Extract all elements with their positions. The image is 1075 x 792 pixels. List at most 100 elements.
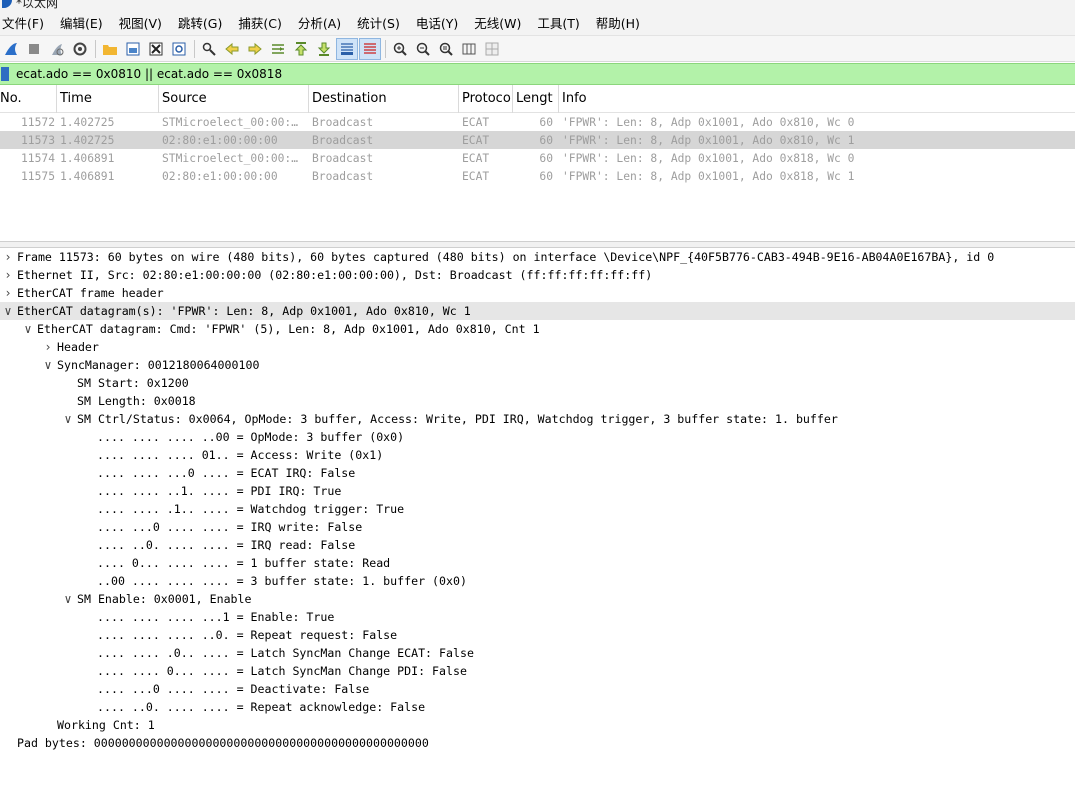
go-forward-icon[interactable] bbox=[244, 38, 266, 60]
packet-row[interactable]: 11573 1.402725 02:80:e1:00:00:00 Broadcast E… bbox=[0, 131, 1075, 149]
column-source-cell: STMicroelect_00:00:… bbox=[162, 151, 299, 165]
detail-tree-item[interactable]: .... ..0. .... .... = IRQ read: False bbox=[0, 536, 1075, 554]
resize-columns-icon[interactable] bbox=[458, 38, 480, 60]
detail-tree-item[interactable]: Pad bytes: 00000000000000000000000000000… bbox=[0, 734, 1075, 752]
go-to-packet-icon[interactable] bbox=[267, 38, 289, 60]
menu-item-0[interactable]: 文件(F) bbox=[0, 13, 52, 35]
detail-tree-item[interactable]: .... .... .... ..0. = Repeat request: Fa… bbox=[0, 626, 1075, 644]
detail-tree-item[interactable]: .... .... .1.. .... = Watchdog trigger: … bbox=[0, 500, 1075, 518]
detail-tree-item[interactable]: SM Start: 0x1200 bbox=[0, 374, 1075, 392]
detail-tree-item[interactable]: ∨ EtherCAT datagram(s): 'FPWR': Len: 8, A… bbox=[0, 302, 1075, 320]
menu-item-10[interactable]: 帮助(H) bbox=[594, 13, 648, 35]
go-back-icon[interactable] bbox=[221, 38, 243, 60]
detail-tree-item[interactable]: › Header bbox=[0, 338, 1075, 356]
detail-tree-item[interactable]: .... ...0 .... .... = Deactivate: False bbox=[0, 680, 1075, 698]
detail-tree-item[interactable]: .... ..0. .... .... = Repeat acknowledge… bbox=[0, 698, 1075, 716]
autoscroll-icon[interactable] bbox=[336, 37, 358, 60]
detail-tree-item[interactable]: › EtherCAT frame header bbox=[0, 284, 1075, 302]
column-source-header[interactable]: Source bbox=[159, 84, 309, 113]
collapsed-chevron-icon[interactable]: › bbox=[2, 284, 14, 302]
packet-row[interactable]: 11572 1.402725 STMicroelect_00:00:… Broadca… bbox=[0, 113, 1075, 131]
stop-square-icon[interactable] bbox=[23, 38, 45, 60]
detail-text: ..00 .... .... .... = 3 buffer state: 1.… bbox=[97, 574, 467, 588]
detail-tree-item[interactable]: SM Length: 0x0018 bbox=[0, 392, 1075, 410]
menu-item-2[interactable]: 视图(V) bbox=[117, 13, 170, 35]
layout-icon[interactable] bbox=[481, 38, 503, 60]
column-time-cell: 1.402725 bbox=[60, 133, 115, 147]
title-bar: *以太网 bbox=[0, 0, 1075, 12]
detail-tree-item[interactable]: › Frame 11573: 60 bytes on wire (480 bits… bbox=[0, 248, 1075, 266]
detail-text: Ethernet II, Src: 02:80:e1:00:00:00 (02:… bbox=[17, 268, 653, 282]
detail-text: EtherCAT frame header bbox=[17, 286, 164, 300]
expanded-chevron-icon[interactable]: ∨ bbox=[62, 410, 74, 428]
detail-tree-item[interactable]: .... ...0 .... .... = IRQ write: False bbox=[0, 518, 1075, 536]
column-time-header[interactable]: Time bbox=[57, 84, 159, 113]
shark-fin-start-icon[interactable] bbox=[0, 38, 22, 60]
expanded-chevron-icon[interactable]: ∨ bbox=[2, 302, 14, 320]
detail-tree-item[interactable]: ∨ EtherCAT datagram: Cmd: 'FPWR' (5), Len… bbox=[0, 320, 1075, 338]
packet-row[interactable]: 11574 1.406891 STMicroelect_00:00:… Broadca… bbox=[0, 149, 1075, 167]
detail-text: .... ...0 .... .... = IRQ write: False bbox=[97, 520, 363, 534]
menu-item-5[interactable]: 分析(A) bbox=[296, 13, 349, 35]
menu-item-9[interactable]: 工具(T) bbox=[535, 13, 587, 35]
column-length-cell: 60 bbox=[539, 151, 553, 165]
close-file-icon[interactable] bbox=[145, 38, 167, 60]
detail-tree-item[interactable]: ..00 .... .... .... = 3 buffer state: 1.… bbox=[0, 572, 1075, 590]
open-folder-icon[interactable] bbox=[99, 38, 121, 60]
detail-tree-item[interactable]: .... .... .0.. .... = Latch SyncMan Chan… bbox=[0, 644, 1075, 662]
detail-tree-item[interactable]: .... .... ..1. .... = PDI IRQ: True bbox=[0, 482, 1075, 500]
detail-tree-item[interactable]: .... .... ...0 .... = ECAT IRQ: False bbox=[0, 464, 1075, 482]
detail-text: .... .... .1.. .... = Watchdog trigger: … bbox=[97, 502, 405, 516]
save-file-icon[interactable] bbox=[122, 38, 144, 60]
detail-tree-item[interactable]: ∨ SM Ctrl/Status: 0x0064, OpMode: 3 buffe… bbox=[0, 410, 1075, 428]
detail-tree-item[interactable]: Working Cnt: 1 bbox=[0, 716, 1075, 734]
detail-tree-item[interactable]: .... .... .... 01.. = Access: Write (0x1… bbox=[0, 446, 1075, 464]
column-source-cell: 02:80:e1:00:00:00 bbox=[162, 169, 278, 183]
menu-item-7[interactable]: 电话(Y) bbox=[414, 13, 466, 35]
zoom-normal-icon[interactable] bbox=[435, 38, 457, 60]
collapsed-chevron-icon[interactable]: › bbox=[2, 266, 14, 284]
detail-text: Working Cnt: 1 bbox=[57, 718, 155, 732]
capture-options-gear-icon[interactable] bbox=[69, 38, 91, 60]
go-last-icon[interactable] bbox=[313, 38, 335, 60]
collapsed-chevron-icon[interactable]: › bbox=[42, 338, 54, 356]
window-title: *以太网 bbox=[16, 0, 59, 10]
column-destination-header[interactable]: Destination bbox=[309, 84, 459, 113]
detail-tree-item[interactable]: › Ethernet II, Src: 02:80:e1:00:00:00 (02… bbox=[0, 266, 1075, 284]
menu-item-4[interactable]: 捕获(C) bbox=[236, 13, 289, 35]
display-filter-input[interactable] bbox=[16, 65, 916, 83]
zoom-out-icon[interactable] bbox=[412, 38, 434, 60]
restart-shark-icon[interactable] bbox=[46, 38, 68, 60]
column-no-cell: 11575 bbox=[20, 169, 55, 183]
detail-tree-item[interactable]: .... .... .... ..00 = OpMode: 3 buffer (… bbox=[0, 428, 1075, 446]
detail-tree-item[interactable]: ∨ SyncManager: 0012180064000100 bbox=[0, 356, 1075, 374]
menu-item-1[interactable]: 编辑(E) bbox=[58, 13, 111, 35]
detail-tree-item[interactable]: .... .... 0... .... = Latch SyncMan Chan… bbox=[0, 662, 1075, 680]
go-first-icon[interactable] bbox=[290, 38, 312, 60]
main-toolbar bbox=[0, 36, 1075, 62]
detail-tree-item[interactable]: .... 0... .... .... = 1 buffer state: Re… bbox=[0, 554, 1075, 572]
packet-list: No. Time Source Destination Protoco Lengt Info… bbox=[0, 84, 1075, 241]
menu-item-8[interactable]: 无线(W) bbox=[472, 13, 529, 35]
detail-text: .... .... 0... .... = Latch SyncMan Chan… bbox=[97, 664, 467, 678]
zoom-in-icon[interactable] bbox=[389, 38, 411, 60]
filter-bookmark-icon[interactable] bbox=[1, 67, 9, 81]
column-no-header[interactable]: No. bbox=[0, 84, 57, 113]
colorize-icon[interactable] bbox=[359, 37, 381, 60]
menu-item-6[interactable]: 统计(S) bbox=[355, 13, 408, 35]
menu-item-3[interactable]: 跳转(G) bbox=[176, 13, 230, 35]
pane-splitter[interactable] bbox=[0, 241, 1075, 248]
find-packet-icon[interactable] bbox=[198, 38, 220, 60]
packet-row[interactable]: 11575 1.406891 02:80:e1:00:00:00 Broadcast E… bbox=[0, 167, 1075, 185]
column-info-header[interactable]: Info bbox=[559, 85, 1075, 113]
detail-tree-item[interactable]: ∨ SM Enable: 0x0001, Enable bbox=[0, 590, 1075, 608]
column-length-header[interactable]: Lengt bbox=[513, 84, 559, 113]
reload-file-icon[interactable] bbox=[168, 38, 190, 60]
toolbar-separator bbox=[95, 39, 96, 58]
expanded-chevron-icon[interactable]: ∨ bbox=[22, 320, 34, 338]
column-protocol-header[interactable]: Protoco bbox=[459, 84, 513, 113]
expanded-chevron-icon[interactable]: ∨ bbox=[42, 356, 54, 374]
expanded-chevron-icon[interactable]: ∨ bbox=[62, 590, 74, 608]
detail-tree-item[interactable]: .... .... .... ...1 = Enable: True bbox=[0, 608, 1075, 626]
collapsed-chevron-icon[interactable]: › bbox=[2, 248, 14, 266]
